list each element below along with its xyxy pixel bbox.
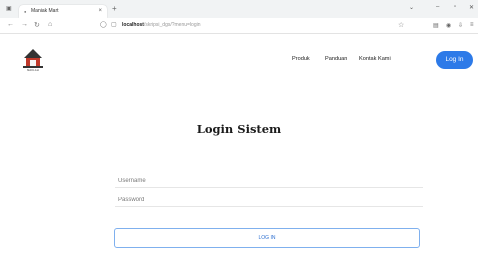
- minimize-icon[interactable]: –: [436, 4, 439, 10]
- browser-tab-bar: ▣ ● Maniak Mart × + ⌄ – ▫ ✕: [0, 0, 478, 18]
- browser-toolbar: ← → ↻ ⌂ ◯ ▢ localhost/skripsi_dgs/?menu=…: [0, 18, 478, 34]
- site-header: [0, 34, 478, 90]
- reload-icon[interactable]: ↻: [34, 21, 40, 29]
- nav-link-produk[interactable]: Produk: [292, 56, 310, 62]
- login-submit-button[interactable]: LOG IN: [114, 228, 420, 248]
- extensions-icon[interactable]: ▤: [433, 22, 439, 29]
- username-field[interactable]: [115, 174, 423, 188]
- browser-tab[interactable]: ● Maniak Mart ×: [19, 5, 107, 18]
- brand-text: MAKLAH: [27, 69, 39, 72]
- downloads-icon[interactable]: ⇩: [458, 22, 463, 29]
- favicon-icon: ●: [24, 9, 27, 14]
- new-tab-button[interactable]: +: [112, 4, 117, 13]
- star-icon[interactable]: ☆: [398, 20, 404, 31]
- maximize-icon[interactable]: ▫: [454, 4, 456, 10]
- page-title: Login Sistem: [196, 122, 282, 136]
- url-text: localhost/skripsi_dgs/?menu=login: [122, 22, 201, 28]
- address-bar[interactable]: ◯ ▢ localhost/skripsi_dgs/?menu=login ☆: [100, 20, 415, 31]
- page-info-icon[interactable]: ▢: [111, 20, 117, 31]
- header-login-button[interactable]: Log In: [436, 51, 473, 69]
- forward-icon[interactable]: →: [21, 21, 28, 28]
- close-window-icon[interactable]: ✕: [469, 4, 474, 11]
- password-field[interactable]: [115, 193, 423, 207]
- nav-link-kontak-kami[interactable]: Kontak Kami: [359, 56, 391, 62]
- nav-link-panduan[interactable]: Panduan: [325, 56, 347, 62]
- shield-icon: ◯: [100, 22, 107, 28]
- tab-search-icon[interactable]: ⌄: [409, 4, 414, 11]
- profile-icon[interactable]: ◉: [446, 22, 451, 29]
- tab-title: Maniak Mart: [31, 8, 59, 14]
- close-tab-icon[interactable]: ×: [98, 5, 102, 18]
- menu-icon[interactable]: ≡: [470, 22, 474, 28]
- home-icon[interactable]: ⌂: [48, 21, 52, 28]
- back-icon[interactable]: ←: [7, 21, 14, 28]
- tab-menu-icon[interactable]: ▣: [6, 5, 12, 12]
